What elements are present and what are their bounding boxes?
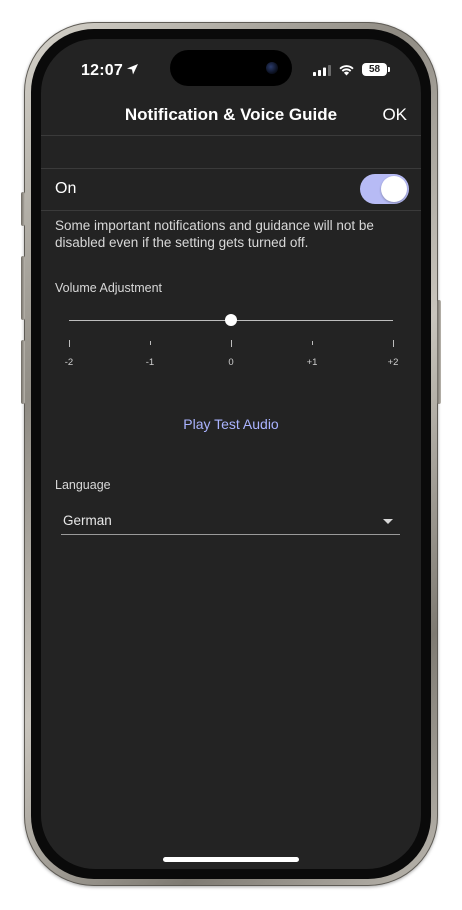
language-label: Language	[55, 478, 111, 492]
screen: 12:07 58 Notification & Voice Guide OK O…	[41, 39, 421, 869]
cellular-signal-icon	[313, 65, 331, 76]
volume-tick	[69, 340, 70, 347]
nav-bar: Notification & Voice Guide OK	[41, 97, 421, 136]
volume-up-button	[21, 256, 25, 320]
volume-tick-label: +2	[387, 357, 399, 368]
play-test-audio-button[interactable]: Play Test Audio	[41, 416, 421, 432]
dynamic-island	[170, 50, 292, 86]
volume-tick-label: -2	[64, 357, 74, 368]
wifi-icon	[339, 65, 354, 76]
battery-icon: 58	[362, 63, 390, 76]
volume-tick	[150, 341, 151, 345]
side-button	[437, 300, 441, 404]
notice-text: Some important notifications and guidanc…	[55, 218, 374, 250]
volume-tick	[312, 341, 313, 345]
volume-slider-thumb[interactable]	[225, 314, 237, 326]
volume-tick-label: -1	[145, 357, 155, 368]
toggle-knob	[381, 176, 407, 202]
status-bar: 12:07 58	[41, 39, 421, 99]
voice-guide-label: On	[55, 180, 77, 197]
language-value: German	[63, 513, 112, 528]
location-arrow-icon	[127, 64, 138, 75]
status-time: 12:07	[81, 62, 123, 79]
page-title: Notification & Voice Guide	[124, 105, 338, 124]
volume-down-button	[21, 340, 25, 404]
volume-tick-label: 0	[228, 357, 234, 368]
volume-label: Volume Adjustment	[55, 281, 163, 295]
camera-lens	[266, 62, 278, 74]
action-button	[21, 192, 25, 226]
voice-guide-toggle[interactable]	[360, 174, 409, 204]
voice-guide-row: On	[41, 168, 421, 211]
language-select[interactable]: German	[61, 507, 400, 535]
volume-tick-label: +1	[306, 357, 318, 368]
volume-tick	[393, 340, 394, 347]
battery-level: 58	[368, 64, 381, 75]
volume-tick	[231, 340, 232, 347]
home-indicator[interactable]	[163, 857, 299, 862]
dropdown-caret-icon	[383, 519, 393, 524]
ok-button[interactable]: OK	[382, 105, 407, 125]
